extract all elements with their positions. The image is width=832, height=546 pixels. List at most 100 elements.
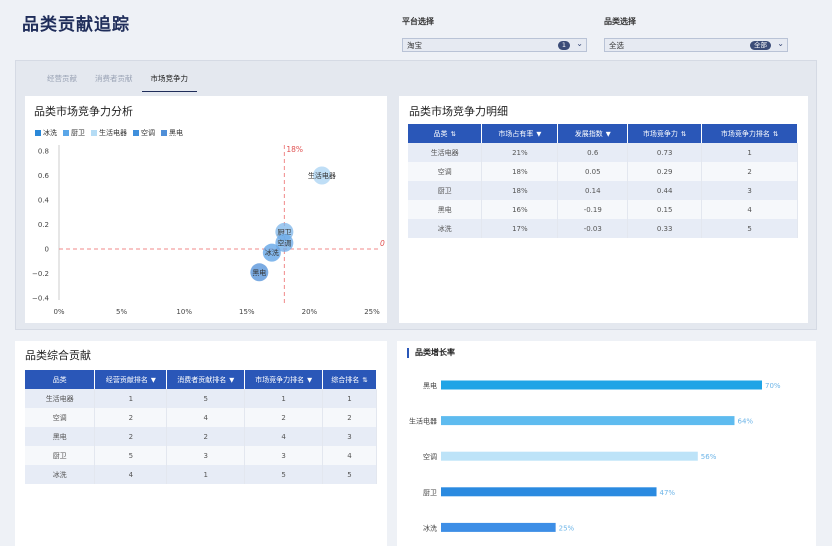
column-header[interactable]: 综合排名 ⇅ (322, 370, 377, 389)
column-header-label: 品类 (433, 129, 448, 138)
table-cell: -0.03 (557, 219, 629, 238)
table-cell: 2 (94, 427, 168, 446)
table-cell: 黑电 (25, 427, 96, 446)
column-header[interactable]: 经营贡献排名 ▼ (94, 370, 168, 389)
table-row[interactable]: 厨卫 18% 0.14 0.44 3 (408, 181, 798, 200)
table-cell: 4 (322, 446, 377, 465)
table-cell: 18% (481, 162, 559, 181)
table-cell: 0.73 (627, 143, 703, 162)
tab-operation-contribution[interactable]: 经营贡献 (38, 67, 86, 92)
table-cell: 2 (166, 427, 246, 446)
tab-bar: 经营贡献 消费者贡献 市场竞争力 (38, 67, 197, 92)
table-cell: 5 (244, 465, 324, 484)
table-cell: 17% (481, 219, 559, 238)
sort-icon[interactable]: ⇅ (450, 130, 455, 138)
sort-icon[interactable]: ⇅ (362, 376, 367, 384)
table-cell: 冰洗 (408, 219, 483, 238)
x-tick-label: 25% (364, 308, 380, 316)
growth-bar[interactable] (441, 487, 657, 497)
y-tick-label: 0.2 (38, 221, 49, 229)
bar-category-label: 冰洗 (423, 523, 437, 532)
table-row[interactable]: 黑电 16% -0.19 0.15 4 (408, 200, 798, 219)
table-cell: 1 (94, 389, 168, 408)
table-cell: 2 (322, 408, 377, 427)
detail-panel-title: 品类市场竞争力明细 (409, 105, 508, 118)
bar-category-label: 生活电器 (409, 417, 437, 426)
table-cell: 21% (481, 143, 559, 162)
growth-chart: 黑电 70% 生活电器 64% 空调 56% 厨卫 47% 冰洗 25% (409, 380, 781, 532)
table-cell: 2 (244, 408, 324, 427)
growth-bar[interactable] (441, 380, 762, 390)
table-row[interactable]: 生活电器 21% 0.6 0.73 1 (408, 143, 798, 162)
platform-select[interactable]: 淘宝 1 ⌄ (402, 38, 587, 52)
column-header[interactable]: 市场竞争力排名 ▼ (244, 370, 324, 389)
column-header-label: 市场竞争力排名 (720, 129, 770, 138)
column-header[interactable]: 市场竞争力排名 ⇅ (701, 124, 798, 143)
table-row[interactable]: 空调 2 4 2 2 (25, 408, 377, 427)
bar-category-label: 黑电 (423, 381, 437, 390)
filter-dropdown-icon[interactable]: ▼ (536, 130, 541, 138)
table-cell: -0.19 (557, 200, 629, 219)
table-cell: 0.33 (627, 219, 703, 238)
column-header-label: 经营贡献排名 (105, 375, 148, 384)
point-label: 黑电 (252, 268, 266, 277)
table-cell: 0.14 (557, 181, 629, 200)
table-row[interactable]: 冰洗 17% -0.03 0.33 5 (408, 219, 798, 238)
filter-dropdown-icon[interactable]: ▼ (606, 130, 611, 138)
x-tick-label: 5% (116, 308, 127, 316)
column-header[interactable]: 消费者贡献排名 ▼ (166, 370, 246, 389)
scatter-chart: 0.8 0.6 0.4 0.2 0 −0.2 −0.40% 5% 10% 15% 20% 25% 18%… (32, 145, 385, 316)
column-header[interactable]: 品类 (25, 370, 96, 389)
table-cell: 4 (94, 465, 168, 484)
table-cell: 空调 (408, 162, 483, 181)
growth-bar[interactable] (441, 522, 556, 532)
table-row[interactable]: 生活电器 1 5 1 1 (25, 389, 377, 408)
table-cell: 5 (94, 446, 168, 465)
table-row[interactable]: 空调 18% 0.05 0.29 2 (408, 162, 798, 181)
table-cell: 4 (166, 408, 246, 427)
column-header[interactable]: 市场占有率 ▼ (481, 124, 559, 143)
column-header-label: 市场占有率 (498, 129, 534, 138)
table-cell: 1 (701, 143, 798, 162)
filter-dropdown-icon[interactable]: ▼ (151, 376, 156, 384)
platform-select-value: 淘宝 (407, 41, 422, 50)
table-row[interactable]: 黑电 2 2 4 3 (25, 427, 377, 446)
filter-dropdown-icon[interactable]: ▼ (307, 376, 312, 384)
table-row[interactable]: 厨卫 5 3 3 4 (25, 446, 377, 465)
tab-market-competitiveness[interactable]: 市场竞争力 (141, 67, 197, 92)
y-tick-label: 0.4 (38, 197, 50, 205)
category-select[interactable]: 全选 全部 ⌄ (604, 38, 788, 52)
table-cell: 0.44 (627, 181, 703, 200)
table-cell: 1 (166, 465, 246, 484)
y-tick-label: −0.4 (32, 295, 50, 303)
column-header-label: 品类 (52, 375, 67, 384)
table-row[interactable]: 冰洗 4 1 5 5 (25, 465, 377, 484)
platform-filter-label: 平台选择 (402, 17, 434, 26)
bar-category-label: 空调 (423, 452, 437, 461)
table-cell: 0.05 (557, 162, 629, 181)
scatter-panel-title: 品类市场竞争力分析 (34, 105, 133, 118)
chevron-down-icon: ⌄ (576, 39, 583, 48)
platform-filter: 平台选择 淘宝 1 ⌄ (402, 16, 587, 52)
growth-bar[interactable] (441, 416, 735, 426)
column-header-label: 市场竞争力 (642, 129, 678, 138)
column-header-label: 发展指数 (574, 129, 603, 138)
column-header[interactable]: 品类 ⇅ (408, 124, 483, 143)
table-cell: 1 (322, 389, 377, 408)
column-header[interactable]: 市场竞争力 ⇅ (627, 124, 703, 143)
bar-value-label: 70% (765, 382, 781, 390)
column-header-label: 消费者贡献排名 (177, 375, 227, 384)
growth-bar[interactable] (441, 451, 698, 461)
y-tick-label: 0.6 (38, 172, 50, 180)
sort-icon[interactable]: ⇅ (773, 130, 778, 138)
sort-icon[interactable]: ⇅ (681, 130, 686, 138)
table-cell: 0.6 (557, 143, 629, 162)
bar-value-label: 64% (737, 418, 753, 426)
table-cell: 1 (244, 389, 324, 408)
contrib-panel-title: 品类综合贡献 (25, 349, 91, 362)
x-tick-label: 15% (239, 308, 255, 316)
column-header[interactable]: 发展指数 ▼ (557, 124, 629, 143)
table-cell: 生活电器 (408, 143, 483, 162)
tab-consumer-contribution[interactable]: 消费者贡献 (86, 67, 142, 92)
filter-dropdown-icon[interactable]: ▼ (229, 376, 234, 384)
